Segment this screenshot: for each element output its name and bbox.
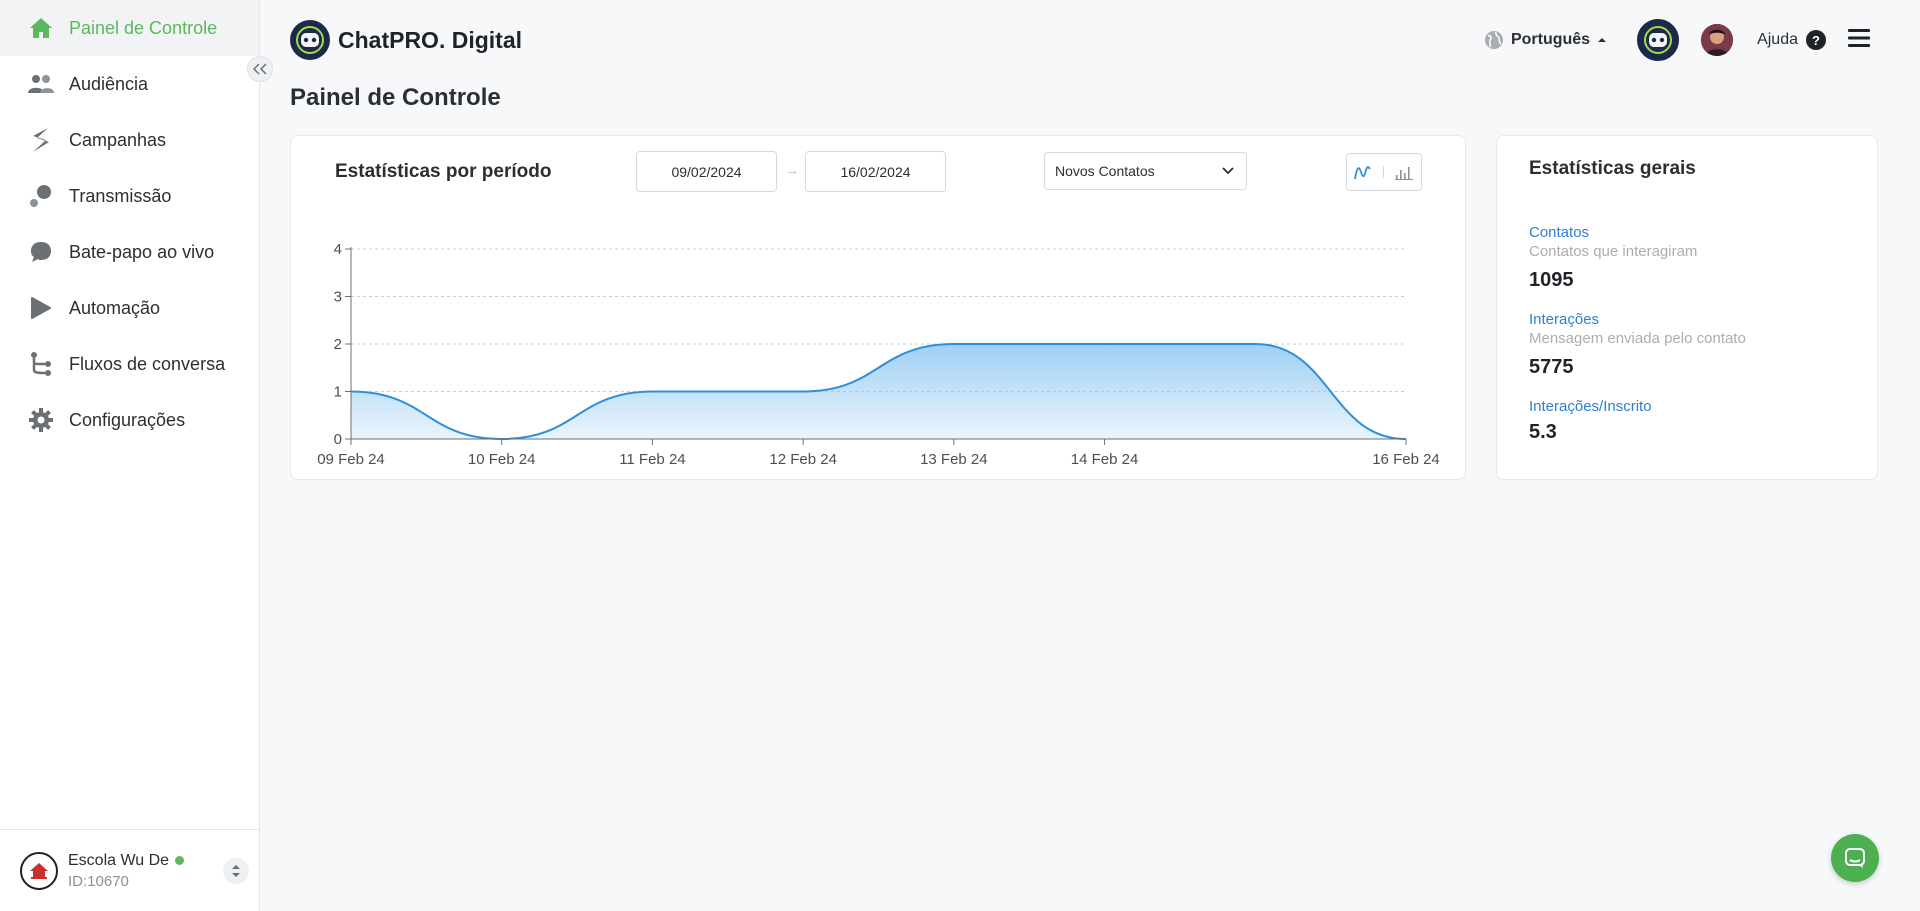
sidebar-item-configuracoes[interactable]: Configurações: [0, 392, 259, 448]
x-tick-label: 12 Feb 24: [769, 451, 837, 468]
user-avatar[interactable]: [1701, 24, 1734, 56]
bot-logo-icon: [290, 20, 330, 60]
sidebar-item-campanhas[interactable]: Campanhas: [0, 112, 259, 168]
toggle-divider: [1383, 166, 1385, 178]
gear-icon: [28, 407, 54, 433]
account-id: ID:10670: [68, 872, 129, 890]
caret-up-icon: [1598, 38, 1607, 42]
sidebar-item-automacao[interactable]: Automação: [0, 280, 259, 336]
home-icon: [28, 15, 54, 41]
period-stats-title: Estatísticas por período: [335, 161, 552, 182]
automation-icon: [28, 295, 54, 321]
menu-icon: [1848, 28, 1870, 47]
sidebar-item-label: Configurações: [69, 409, 186, 430]
sidebar-item-fluxos-de-conversa[interactable]: Fluxos de conversa: [0, 336, 259, 392]
line-chart-icon: [1354, 166, 1371, 180]
x-tick-label: 10 Feb 24: [468, 451, 536, 468]
language-label: Português: [1510, 31, 1591, 48]
line-chart-toggle[interactable]: [1349, 157, 1379, 187]
chat-icon: [28, 239, 54, 265]
campaigns-icon: [28, 127, 54, 153]
chevron-down-icon: [1222, 167, 1234, 175]
help-icon: ?: [1806, 30, 1826, 50]
y-tick-label: 3: [334, 289, 342, 306]
stat-value: 5.3: [1529, 421, 1557, 443]
x-tick-label: 09 Feb 24: [317, 451, 385, 468]
x-tick-label: 16 Feb 24: [1372, 451, 1440, 468]
sidebar-item-transmissao[interactable]: Transmissão: [0, 168, 259, 224]
bar-chart-toggle[interactable]: [1389, 157, 1419, 187]
sidebar-item-audiencia[interactable]: Audiência: [0, 56, 259, 112]
sidebar-item-painel-de-controle[interactable]: Painel de Controle: [0, 0, 259, 56]
stat-label: Contatos: [1529, 224, 1590, 241]
x-tick-label: 14 Feb 24: [1071, 451, 1139, 468]
bot-avatar-icon: [1642, 24, 1675, 56]
help-label: Ajuda: [1757, 31, 1798, 48]
brand-name: ChatPRO. Digital: [338, 26, 523, 53]
account-switcher[interactable]: Escola Wu De ID:10670: [0, 829, 260, 911]
sidebar: Painel de Controle Audiência Campanhas T…: [0, 0, 260, 911]
broadcast-icon: [28, 183, 54, 209]
stat-description: Contatos que interagiram: [1529, 243, 1698, 260]
stat-interacoes-por-inscrito: Interações/Inscrito 5.3: [1529, 398, 1652, 444]
y-tick-label: 2: [334, 336, 342, 353]
chart-type-toggle: [1346, 153, 1422, 191]
stat-label: Interações: [1529, 311, 1600, 328]
stat-description: Mensagem enviada pelo contato: [1529, 330, 1746, 347]
sidebar-item-label: Campanhas: [69, 129, 167, 150]
bar-chart-icon: [1394, 167, 1413, 180]
sidebar-item-bate-papo[interactable]: Bate-papo ao vivo: [0, 224, 259, 280]
sidebar-item-label: Bate-papo ao vivo: [69, 241, 215, 262]
y-tick-label: 1: [334, 384, 342, 401]
online-status-dot: [175, 856, 185, 865]
stat-value: 5775: [1529, 356, 1574, 378]
period-stats-card: 0 1 2 3 4 09 Feb 24 10 Feb 24 11 Feb 24 12 Feb 2…: [290, 135, 1466, 480]
bot-profile-button[interactable]: [1637, 19, 1680, 61]
sidebar-item-label: Painel de Controle: [69, 17, 218, 38]
date-to-input[interactable]: 16/02/2024: [805, 151, 946, 192]
x-tick-label: 13 Feb 24: [920, 451, 988, 468]
language-selector[interactable]: Português: [1484, 30, 1607, 50]
live-chat-launcher[interactable]: [1831, 834, 1879, 882]
chat-bubble-icon: [1845, 848, 1865, 868]
metric-select-value: Novos Contatos: [1055, 163, 1155, 179]
flow-icon: [28, 351, 54, 377]
account-switch-button[interactable]: [223, 858, 249, 884]
metric-select[interactable]: Novos Contatos: [1044, 152, 1247, 190]
x-tick-label: 11 Feb 24: [619, 451, 685, 468]
globe-icon: [1484, 31, 1503, 49]
sort-icon: [232, 865, 240, 877]
hamburger-menu-button[interactable]: [1848, 28, 1870, 53]
sidebar-item-label: Fluxos de conversa: [69, 353, 226, 374]
account-name: Escola Wu De: [68, 851, 170, 869]
page-title: Painel de Controle: [290, 84, 501, 111]
sidebar-item-label: Transmissão: [69, 185, 172, 206]
stat-value: 1095: [1529, 269, 1574, 291]
double-chevron-left-icon: [253, 63, 267, 75]
sidebar-item-label: Automação: [69, 297, 161, 318]
y-tick-label: 4: [334, 241, 342, 258]
stat-label: Interações/Inscrito: [1529, 398, 1652, 415]
y-tick-label: 0: [334, 431, 342, 448]
audience-icon: [28, 71, 54, 97]
stat-interacoes: Interações Mensagem enviada pelo contato…: [1529, 311, 1746, 379]
date-from-input[interactable]: 09/02/2024: [636, 151, 777, 192]
help-button[interactable]: Ajuda ?: [1757, 30, 1826, 50]
collapse-sidebar-button[interactable]: [247, 56, 273, 82]
header-actions: Português Ajuda ?: [1484, 19, 1870, 61]
stat-contatos: Contatos Contatos que interagiram 1095: [1529, 224, 1697, 292]
general-stats-title: Estatísticas gerais: [1529, 158, 1696, 179]
brand[interactable]: ChatPRO. Digital: [290, 20, 522, 60]
account-avatar: [20, 851, 58, 890]
date-range-arrow: →: [785, 162, 799, 178]
general-stats-card: Estatísticas gerais Contatos Contatos qu…: [1496, 135, 1878, 480]
sidebar-item-label: Audiência: [69, 73, 149, 94]
